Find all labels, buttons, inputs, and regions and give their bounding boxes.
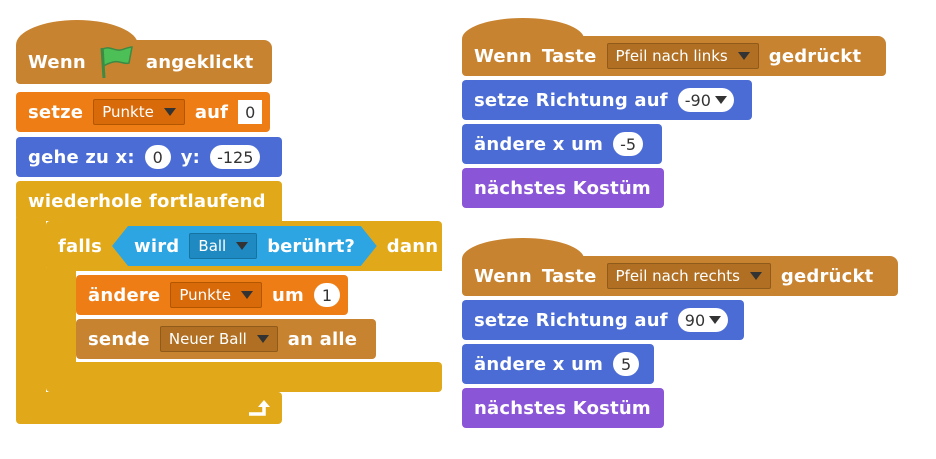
set-label: setze xyxy=(28,101,84,123)
when-key-pressed-block[interactable]: Wenn Taste Pfeil nach rechts gedrückt xyxy=(462,256,898,296)
y-label: y: xyxy=(180,146,201,168)
change-x-block[interactable]: ändere x um -5 xyxy=(462,124,662,164)
next-costume-block[interactable]: nächstes Kostüm xyxy=(462,388,664,428)
go-to-xy-block[interactable]: gehe zu x: 0 y: -125 xyxy=(16,137,282,177)
value-input[interactable]: 0 xyxy=(238,100,263,124)
forever-left-arm xyxy=(16,218,46,396)
chevron-down-icon xyxy=(709,316,722,324)
by-label: um xyxy=(271,284,304,306)
when-flag-clicked-block[interactable]: Wenn angeklickt xyxy=(16,40,272,84)
change-x-input[interactable]: 5 xyxy=(613,352,640,376)
pressed-label: gedrückt xyxy=(780,265,874,287)
if-footer xyxy=(46,362,442,392)
forever-footer xyxy=(16,392,282,424)
goto-label: gehe zu x: xyxy=(28,146,135,168)
when-label: Wenn xyxy=(28,51,86,73)
when-key-pressed-block[interactable]: Wenn Taste Pfeil nach links gedrückt xyxy=(462,36,886,76)
next-costume-block[interactable]: nächstes Kostüm xyxy=(462,168,664,208)
variable-dropdown[interactable]: Punkte xyxy=(93,99,185,125)
set-variable-block[interactable]: setze Punkte auf 0 xyxy=(16,92,270,132)
if-label: falls xyxy=(58,235,103,257)
when-label: Wenn xyxy=(474,265,532,287)
touching-suffix: berührt? xyxy=(267,235,355,257)
y-input[interactable]: -125 xyxy=(210,145,261,169)
forever-label: wiederhole fortlaufend xyxy=(28,190,266,212)
touching-object-dropdown[interactable]: Ball xyxy=(189,233,257,259)
key-label: Taste xyxy=(541,265,597,287)
change-label: ändere xyxy=(88,284,161,306)
point-label: setze Richtung auf xyxy=(474,89,668,111)
chevron-down-icon xyxy=(737,52,750,60)
chevron-down-icon xyxy=(749,272,762,280)
direction-value: 90 xyxy=(684,310,706,330)
change-x-block[interactable]: ändere x um 5 xyxy=(462,344,654,384)
direction-value: -90 xyxy=(684,90,711,110)
key-name: Pfeil nach links xyxy=(615,47,728,65)
forever-header[interactable]: wiederhole fortlaufend xyxy=(16,181,282,221)
point-label: setze Richtung auf xyxy=(474,309,668,331)
direction-input[interactable]: -90 xyxy=(677,88,734,112)
change-variable-block[interactable]: ändere Punkte um 1 xyxy=(76,275,348,315)
broadcast-label: sende xyxy=(88,328,150,350)
x-input[interactable]: 0 xyxy=(144,145,171,169)
variable-name: Punkte xyxy=(102,103,154,121)
next-costume-label: nächstes Kostüm xyxy=(474,397,651,419)
chevron-down-icon xyxy=(236,242,248,250)
to-all-label: an alle xyxy=(287,328,358,350)
change-x-label: ändere x um xyxy=(474,353,604,375)
touching-prefix: wird xyxy=(134,235,180,257)
key-dropdown[interactable]: Pfeil nach links xyxy=(606,43,759,69)
key-label: Taste xyxy=(541,45,597,67)
key-dropdown[interactable]: Pfeil nach rechts xyxy=(606,263,771,289)
touching-condition[interactable]: wird Ball berührt? xyxy=(112,226,377,266)
broadcast-block[interactable]: sende Neuer Ball an alle xyxy=(76,319,376,359)
point-direction-block[interactable]: setze Richtung auf 90 xyxy=(462,300,744,340)
next-costume-label: nächstes Kostüm xyxy=(474,177,651,199)
then-label: dann xyxy=(386,235,439,257)
message-name: Neuer Ball xyxy=(168,330,247,348)
touching-object: Ball xyxy=(198,237,227,255)
chevron-down-icon xyxy=(714,96,727,104)
point-direction-block[interactable]: setze Richtung auf -90 xyxy=(462,80,752,120)
direction-input[interactable]: 90 xyxy=(677,308,729,332)
change-value-input[interactable]: 1 xyxy=(313,283,340,307)
clicked-label: angeklickt xyxy=(145,51,254,73)
when-label: Wenn xyxy=(474,45,532,67)
chevron-down-icon xyxy=(163,108,176,116)
green-flag-icon xyxy=(96,45,136,79)
variable-dropdown[interactable]: Punkte xyxy=(170,282,262,308)
if-header[interactable]: falls wird Ball berührt? dann xyxy=(46,221,442,271)
chevron-down-icon xyxy=(240,291,253,299)
key-name: Pfeil nach rechts xyxy=(615,267,740,285)
if-left-arm xyxy=(46,268,76,368)
to-label: auf xyxy=(194,101,229,123)
chevron-down-icon xyxy=(256,335,269,343)
loop-arrow-icon xyxy=(246,397,272,419)
change-x-input[interactable]: -5 xyxy=(613,132,644,156)
message-dropdown[interactable]: Neuer Ball xyxy=(159,326,278,352)
change-x-label: ändere x um xyxy=(474,133,604,155)
variable-name: Punkte xyxy=(179,286,231,304)
pressed-label: gedrückt xyxy=(768,45,862,67)
